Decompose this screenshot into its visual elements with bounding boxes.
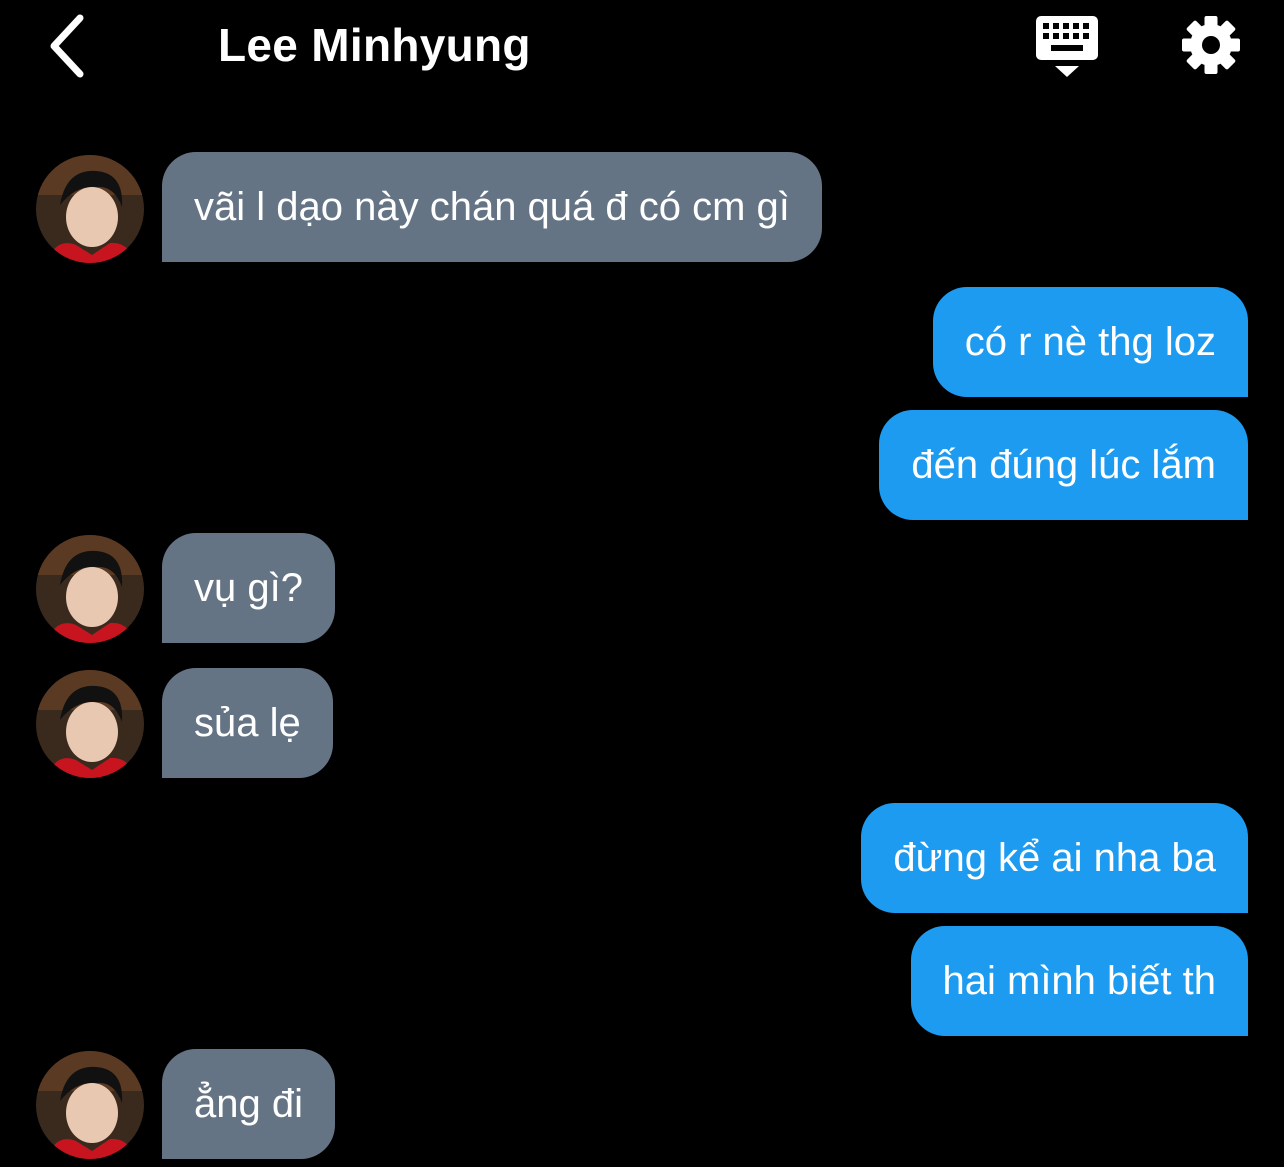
- chat-title: Lee Minhyung: [218, 19, 531, 71]
- contact-avatar[interactable]: [36, 1051, 144, 1159]
- chevron-left-icon: [50, 14, 84, 78]
- message-bubble-incoming[interactable]: vãi l dạo này chán quá đ có cm gì: [162, 152, 822, 262]
- message-bubble-incoming[interactable]: ẳng đi: [162, 1049, 335, 1159]
- gear-icon: [1182, 16, 1240, 74]
- chat-header: Lee Minhyung: [0, 0, 1284, 100]
- message-bubble-outgoing[interactable]: có r nè thg loz: [932, 287, 1248, 397]
- message-bubble-incoming[interactable]: vụ gì?: [162, 533, 335, 643]
- contact-avatar[interactable]: [36, 155, 144, 263]
- message-bubble-outgoing[interactable]: hai mình biết th: [910, 926, 1248, 1036]
- contact-avatar[interactable]: [36, 535, 144, 643]
- keyboard-toggle-button[interactable]: [1034, 14, 1102, 80]
- back-button[interactable]: [40, 12, 96, 80]
- message-bubble-outgoing[interactable]: đừng kể ai nha ba: [861, 803, 1248, 913]
- message-bubble-outgoing[interactable]: đến đúng lúc lắm: [879, 410, 1248, 520]
- keyboard-icon: [1036, 16, 1098, 77]
- message-bubble-incoming[interactable]: sủa lẹ: [162, 668, 333, 778]
- contact-avatar[interactable]: [36, 670, 144, 778]
- settings-button[interactable]: [1180, 14, 1242, 76]
